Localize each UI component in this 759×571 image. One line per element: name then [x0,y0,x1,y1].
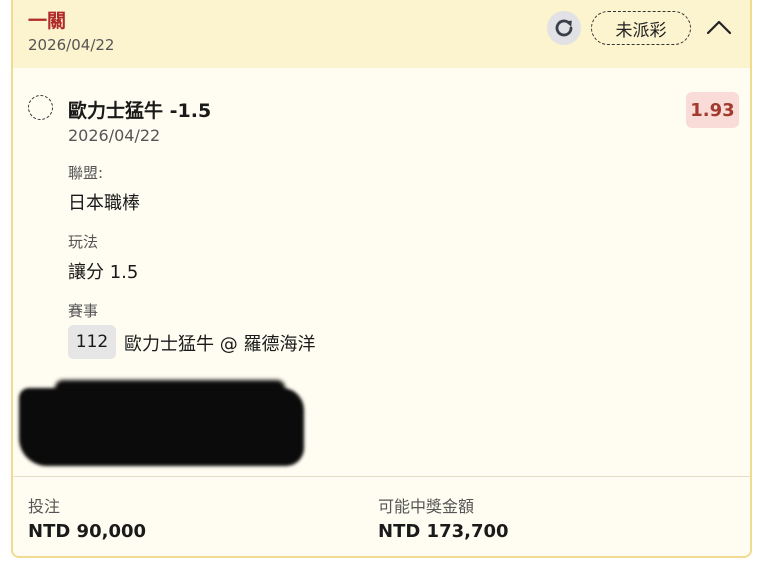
market-label: 玩法 [68,233,99,251]
market-value: 讓分 1.5 [68,262,139,283]
settlement-status-badge: 未派彩 [591,11,691,45]
collapse-button[interactable] [705,12,733,42]
potential-payout-amount: NTD 173,700 [378,521,509,542]
refresh-button[interactable] [547,11,581,45]
refresh-icon [555,19,573,37]
bet-date: 2026/04/22 [28,36,115,54]
bet-card: 一關 2026/04/22 未派彩 歐力士猛牛 -1.5 1.93 2026/0… [11,0,752,558]
stake-amount: NTD 90,000 [28,521,147,542]
redaction-mark [19,388,304,466]
bet-type-title: 一關 [28,10,67,32]
event-label: 賽事 [68,302,99,320]
odds-badge: 1.93 [686,92,739,128]
stake-label: 投注 [28,497,61,516]
event-number-badge: 112 [68,325,116,359]
event-name: 歐力士猛牛 @ 羅德海洋 [124,334,316,355]
league-label: 聯盟: [68,164,104,182]
league-value: 日本職棒 [68,193,140,214]
divider [13,476,750,477]
chevron-up-icon [706,20,732,35]
selection-date: 2026/04/22 [68,126,161,145]
bet-card-header: 一關 2026/04/22 未派彩 [13,0,750,68]
potential-payout-label: 可能中獎金額 [378,497,475,516]
selection-title: 歐力士猛牛 -1.5 [68,100,212,122]
radio-dashed-icon[interactable] [28,95,53,120]
